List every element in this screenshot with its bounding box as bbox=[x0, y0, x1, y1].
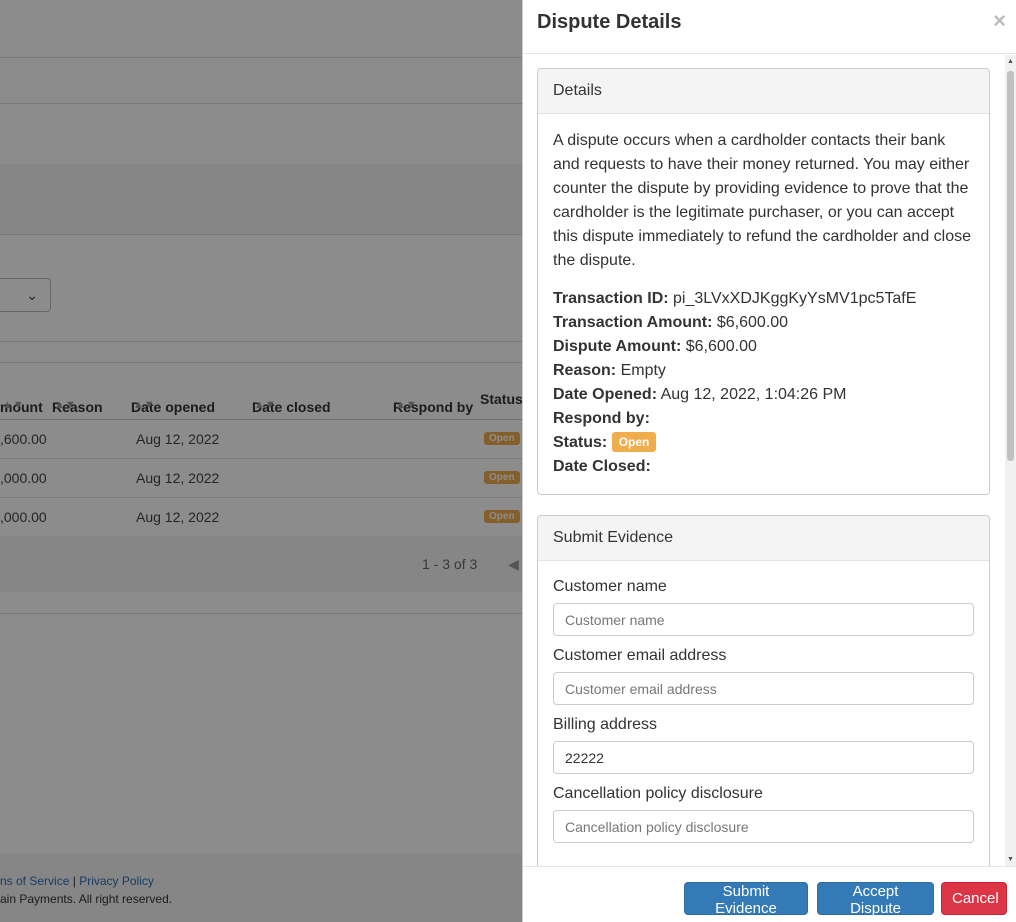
customer-name-input[interactable] bbox=[553, 603, 974, 636]
respond-by-row: Respond by: bbox=[553, 410, 650, 427]
transaction-amount-row: Transaction Amount: $6,600.00 bbox=[553, 314, 789, 331]
drawer-body: Details A dispute occurs when a cardhold… bbox=[523, 55, 1016, 866]
billing-address-group: Billing address bbox=[553, 715, 974, 774]
cancellation-policy-group: Cancellation policy disclosure bbox=[553, 784, 974, 843]
evidence-heading: Submit Evidence bbox=[538, 516, 989, 561]
customer-email-input[interactable] bbox=[553, 672, 974, 705]
scrollbar[interactable]: ▲ ▼ bbox=[1005, 55, 1016, 866]
cancel-button[interactable]: Cancel bbox=[941, 882, 1007, 915]
billing-address-input[interactable] bbox=[553, 741, 974, 774]
customer-name-group: Customer name bbox=[553, 577, 974, 636]
transaction-id-row: Transaction ID: pi_3LVxXDJKggKyYsMV1pc5T… bbox=[553, 290, 917, 307]
date-opened-row: Date Opened: Aug 12, 2022, 1:04:26 PM bbox=[553, 386, 847, 403]
cancellation-policy-input[interactable] bbox=[553, 810, 974, 843]
details-panel: Details A dispute occurs when a cardhold… bbox=[537, 68, 990, 495]
status-badge: Open bbox=[611, 432, 657, 452]
status-row: Status: Open bbox=[553, 431, 974, 455]
billing-address-label: Billing address bbox=[553, 716, 658, 733]
modal-backdrop[interactable] bbox=[0, 0, 522, 922]
cancellation-policy-label: Cancellation policy disclosure bbox=[553, 785, 763, 802]
scrollbar-thumb[interactable] bbox=[1007, 71, 1014, 461]
customer-email-group: Customer email address bbox=[553, 646, 974, 705]
date-closed-row: Date Closed: bbox=[553, 458, 651, 475]
customer-name-label: Customer name bbox=[553, 578, 667, 595]
submit-evidence-panel: Submit Evidence Customer name Customer e… bbox=[537, 515, 990, 866]
drawer-header: Dispute Details × bbox=[523, 0, 1016, 54]
scroll-down-icon[interactable]: ▼ bbox=[1007, 856, 1014, 863]
drawer-title: Dispute Details bbox=[537, 11, 682, 33]
details-heading: Details bbox=[538, 69, 989, 114]
dispute-details-drawer: Dispute Details × Details A dispute occu… bbox=[522, 0, 1016, 922]
dispute-amount-row: Dispute Amount: $6,600.00 bbox=[553, 338, 757, 355]
dispute-description: A dispute occurs when a cardholder conta… bbox=[553, 132, 972, 269]
customer-email-label: Customer email address bbox=[553, 647, 727, 664]
drawer-footer: Submit Evidence Accept Dispute Cancel bbox=[523, 866, 1016, 922]
reason-row: Reason: Empty bbox=[553, 362, 666, 379]
submit-evidence-button[interactable]: Submit Evidence bbox=[684, 882, 808, 917]
accept-dispute-button[interactable]: Accept Dispute bbox=[817, 882, 934, 917]
scroll-up-icon[interactable]: ▲ bbox=[1007, 58, 1014, 65]
close-icon[interactable]: × bbox=[993, 10, 1006, 32]
